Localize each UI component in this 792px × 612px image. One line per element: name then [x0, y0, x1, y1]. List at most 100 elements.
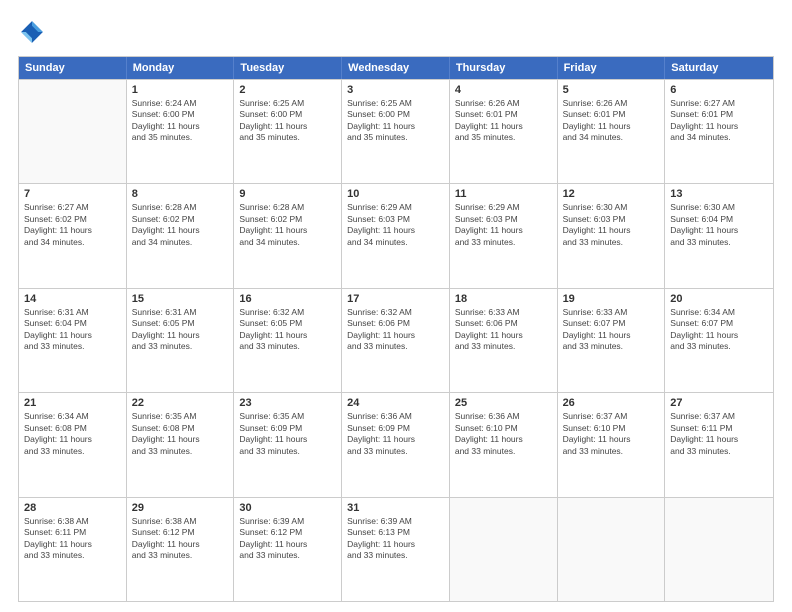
- cal-cell-2: 2 Sunrise: 6:25 AM Sunset: 6:00 PM Daylig…: [234, 80, 342, 183]
- day-number: 21: [24, 397, 121, 409]
- day-number: 4: [455, 84, 552, 96]
- header: [18, 18, 774, 46]
- day-info: Sunrise: 6:29 AM Sunset: 6:03 PM Dayligh…: [455, 202, 552, 248]
- calendar-header: SundayMondayTuesdayWednesdayThursdayFrid…: [19, 57, 773, 79]
- day-number: 8: [132, 188, 229, 200]
- day-info: Sunrise: 6:28 AM Sunset: 6:02 PM Dayligh…: [132, 202, 229, 248]
- day-info: Sunrise: 6:33 AM Sunset: 6:06 PM Dayligh…: [455, 307, 552, 353]
- day-number: 27: [670, 397, 768, 409]
- day-info: Sunrise: 6:33 AM Sunset: 6:07 PM Dayligh…: [563, 307, 660, 353]
- week-row-2: 7 Sunrise: 6:27 AM Sunset: 6:02 PM Daylig…: [19, 183, 773, 287]
- cal-cell-30: 30 Sunrise: 6:39 AM Sunset: 6:12 PM Dayli…: [234, 498, 342, 601]
- day-number: 7: [24, 188, 121, 200]
- day-number: 5: [563, 84, 660, 96]
- day-number: 31: [347, 502, 444, 514]
- day-number: 25: [455, 397, 552, 409]
- day-info: Sunrise: 6:37 AM Sunset: 6:10 PM Dayligh…: [563, 411, 660, 457]
- day-number: 9: [239, 188, 336, 200]
- day-info: Sunrise: 6:38 AM Sunset: 6:12 PM Dayligh…: [132, 516, 229, 562]
- cal-cell-29: 29 Sunrise: 6:38 AM Sunset: 6:12 PM Dayli…: [127, 498, 235, 601]
- cal-cell-26: 26 Sunrise: 6:37 AM Sunset: 6:10 PM Dayli…: [558, 393, 666, 496]
- day-number: 6: [670, 84, 768, 96]
- day-info: Sunrise: 6:30 AM Sunset: 6:03 PM Dayligh…: [563, 202, 660, 248]
- day-info: Sunrise: 6:25 AM Sunset: 6:00 PM Dayligh…: [347, 98, 444, 144]
- day-info: Sunrise: 6:27 AM Sunset: 6:02 PM Dayligh…: [24, 202, 121, 248]
- day-info: Sunrise: 6:30 AM Sunset: 6:04 PM Dayligh…: [670, 202, 768, 248]
- day-info: Sunrise: 6:35 AM Sunset: 6:08 PM Dayligh…: [132, 411, 229, 457]
- header-cell-saturday: Saturday: [665, 57, 773, 79]
- day-number: 3: [347, 84, 444, 96]
- day-number: 22: [132, 397, 229, 409]
- cal-cell-12: 12 Sunrise: 6:30 AM Sunset: 6:03 PM Dayli…: [558, 184, 666, 287]
- day-number: 10: [347, 188, 444, 200]
- day-number: 13: [670, 188, 768, 200]
- cal-cell-16: 16 Sunrise: 6:32 AM Sunset: 6:05 PM Dayli…: [234, 289, 342, 392]
- week-row-1: 1Sunrise: 6:24 AM Sunset: 6:00 PM Daylig…: [19, 79, 773, 183]
- day-info: Sunrise: 6:24 AM Sunset: 6:00 PM Dayligh…: [132, 98, 229, 144]
- day-number: 30: [239, 502, 336, 514]
- cal-cell-14: 14Sunrise: 6:31 AM Sunset: 6:04 PM Dayli…: [19, 289, 127, 392]
- cal-cell-21: 21 Sunrise: 6:34 AM Sunset: 6:08 PM Dayli…: [19, 393, 127, 496]
- header-cell-sunday: Sunday: [19, 57, 127, 79]
- day-number: 15: [132, 293, 229, 305]
- day-info: Sunrise: 6:32 AM Sunset: 6:05 PM Dayligh…: [239, 307, 336, 353]
- day-info: Sunrise: 6:26 AM Sunset: 6:01 PM Dayligh…: [455, 98, 552, 144]
- week-row-5: 28 Sunrise: 6:38 AM Sunset: 6:11 PM Dayli…: [19, 497, 773, 601]
- day-number: 26: [563, 397, 660, 409]
- page: SundayMondayTuesdayWednesdayThursdayFrid…: [0, 0, 792, 612]
- day-info: Sunrise: 6:39 AM Sunset: 6:12 PM Dayligh…: [239, 516, 336, 562]
- cal-cell-17: 17 Sunrise: 6:32 AM Sunset: 6:06 PM Dayli…: [342, 289, 450, 392]
- logo: [18, 18, 52, 46]
- day-info: Sunrise: 6:34 AM Sunset: 6:08 PM Dayligh…: [24, 411, 121, 457]
- cal-cell-1: 1Sunrise: 6:24 AM Sunset: 6:00 PM Daylig…: [127, 80, 235, 183]
- cal-cell-19: 19Sunrise: 6:33 AM Sunset: 6:07 PM Dayli…: [558, 289, 666, 392]
- day-number: 14: [24, 293, 121, 305]
- day-info: Sunrise: 6:37 AM Sunset: 6:11 PM Dayligh…: [670, 411, 768, 457]
- cal-cell-8: 8 Sunrise: 6:28 AM Sunset: 6:02 PM Daylig…: [127, 184, 235, 287]
- cal-cell-3: 3 Sunrise: 6:25 AM Sunset: 6:00 PM Daylig…: [342, 80, 450, 183]
- day-info: Sunrise: 6:36 AM Sunset: 6:09 PM Dayligh…: [347, 411, 444, 457]
- cal-cell-23: 23Sunrise: 6:35 AM Sunset: 6:09 PM Dayli…: [234, 393, 342, 496]
- day-number: 11: [455, 188, 552, 200]
- day-number: 29: [132, 502, 229, 514]
- cal-cell-empty-6: [665, 498, 773, 601]
- day-number: 16: [239, 293, 336, 305]
- header-cell-monday: Monday: [127, 57, 235, 79]
- day-number: 28: [24, 502, 121, 514]
- day-info: Sunrise: 6:38 AM Sunset: 6:11 PM Dayligh…: [24, 516, 121, 562]
- cal-cell-4: 4 Sunrise: 6:26 AM Sunset: 6:01 PM Daylig…: [450, 80, 558, 183]
- day-info: Sunrise: 6:27 AM Sunset: 6:01 PM Dayligh…: [670, 98, 768, 144]
- day-info: Sunrise: 6:32 AM Sunset: 6:06 PM Dayligh…: [347, 307, 444, 353]
- cal-cell-22: 22 Sunrise: 6:35 AM Sunset: 6:08 PM Dayli…: [127, 393, 235, 496]
- cal-cell-6: 6 Sunrise: 6:27 AM Sunset: 6:01 PM Daylig…: [665, 80, 773, 183]
- day-number: 12: [563, 188, 660, 200]
- header-cell-friday: Friday: [558, 57, 666, 79]
- day-info: Sunrise: 6:31 AM Sunset: 6:05 PM Dayligh…: [132, 307, 229, 353]
- day-number: 17: [347, 293, 444, 305]
- calendar: SundayMondayTuesdayWednesdayThursdayFrid…: [18, 56, 774, 602]
- cal-cell-5: 5Sunrise: 6:26 AM Sunset: 6:01 PM Daylig…: [558, 80, 666, 183]
- cal-cell-31: 31 Sunrise: 6:39 AM Sunset: 6:13 PM Dayli…: [342, 498, 450, 601]
- day-info: Sunrise: 6:35 AM Sunset: 6:09 PM Dayligh…: [239, 411, 336, 457]
- cal-cell-7: 7 Sunrise: 6:27 AM Sunset: 6:02 PM Daylig…: [19, 184, 127, 287]
- day-number: 18: [455, 293, 552, 305]
- day-info: Sunrise: 6:39 AM Sunset: 6:13 PM Dayligh…: [347, 516, 444, 562]
- cal-cell-15: 15 Sunrise: 6:31 AM Sunset: 6:05 PM Dayli…: [127, 289, 235, 392]
- cal-cell-13: 13 Sunrise: 6:30 AM Sunset: 6:04 PM Dayli…: [665, 184, 773, 287]
- week-row-4: 21 Sunrise: 6:34 AM Sunset: 6:08 PM Dayli…: [19, 392, 773, 496]
- day-info: Sunrise: 6:25 AM Sunset: 6:00 PM Dayligh…: [239, 98, 336, 144]
- cal-cell-18: 18 Sunrise: 6:33 AM Sunset: 6:06 PM Dayli…: [450, 289, 558, 392]
- week-row-3: 14Sunrise: 6:31 AM Sunset: 6:04 PM Dayli…: [19, 288, 773, 392]
- cal-cell-10: 10Sunrise: 6:29 AM Sunset: 6:03 PM Dayli…: [342, 184, 450, 287]
- cal-cell-9: 9 Sunrise: 6:28 AM Sunset: 6:02 PM Daylig…: [234, 184, 342, 287]
- day-info: Sunrise: 6:28 AM Sunset: 6:02 PM Dayligh…: [239, 202, 336, 248]
- calendar-body: 1Sunrise: 6:24 AM Sunset: 6:00 PM Daylig…: [19, 79, 773, 601]
- day-number: 24: [347, 397, 444, 409]
- header-cell-wednesday: Wednesday: [342, 57, 450, 79]
- cal-cell-24: 24 Sunrise: 6:36 AM Sunset: 6:09 PM Dayli…: [342, 393, 450, 496]
- header-cell-tuesday: Tuesday: [234, 57, 342, 79]
- day-number: 2: [239, 84, 336, 96]
- cal-cell-11: 11 Sunrise: 6:29 AM Sunset: 6:03 PM Dayli…: [450, 184, 558, 287]
- cal-cell-empty-4: [450, 498, 558, 601]
- cal-cell-27: 27 Sunrise: 6:37 AM Sunset: 6:11 PM Dayli…: [665, 393, 773, 496]
